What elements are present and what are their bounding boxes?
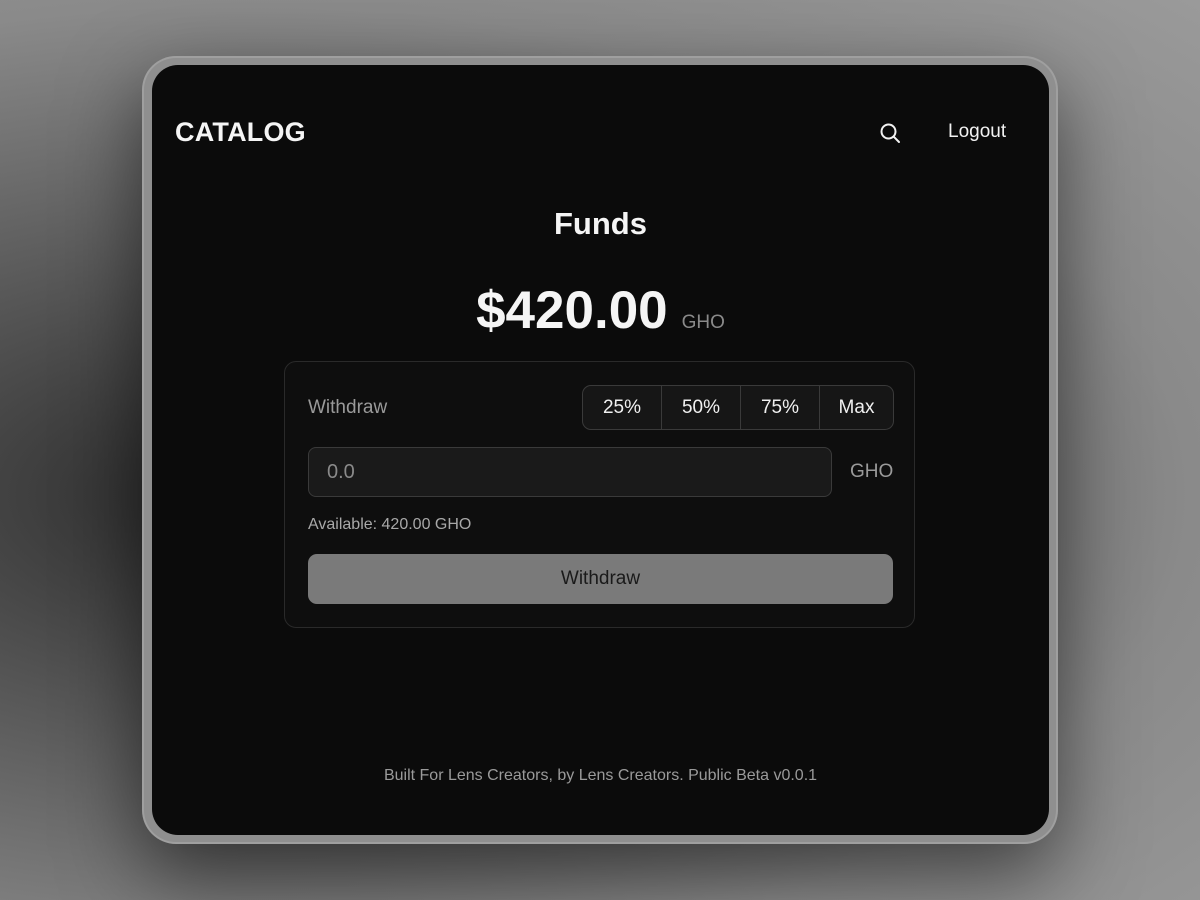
percent-75-button[interactable]: 75% (741, 386, 820, 429)
search-icon (880, 123, 900, 143)
brand-logo[interactable]: CATALOG (175, 117, 306, 148)
footer-text: Built For Lens Creators, by Lens Creator… (383, 767, 818, 784)
withdraw-card: Withdraw 25% 50% 75% Max GHO Available: … (284, 361, 915, 628)
app-window: CATALOG Logout Funds $420.00 GHO Withdra… (152, 65, 1049, 835)
balance-unit: GHO (681, 312, 725, 333)
search-button[interactable] (876, 119, 904, 147)
balance-amount: $420.00 (476, 281, 668, 340)
percent-selector: 25% 50% 75% Max (582, 385, 894, 430)
logout-button[interactable]: Logout (948, 121, 1006, 143)
page-title: Funds (554, 206, 647, 241)
percent-50-button[interactable]: 50% (662, 386, 741, 429)
available-balance-text: Available: 420.00 GHO (308, 516, 472, 533)
withdraw-submit-button[interactable]: Withdraw (308, 554, 893, 604)
withdraw-label: Withdraw (308, 397, 388, 418)
percent-25-button[interactable]: 25% (583, 386, 662, 429)
percent-max-button[interactable]: Max (820, 386, 893, 429)
balance-display: $420.00 GHO (152, 280, 1049, 341)
withdraw-amount-input[interactable] (308, 447, 832, 497)
input-unit-label: GHO (850, 461, 894, 482)
